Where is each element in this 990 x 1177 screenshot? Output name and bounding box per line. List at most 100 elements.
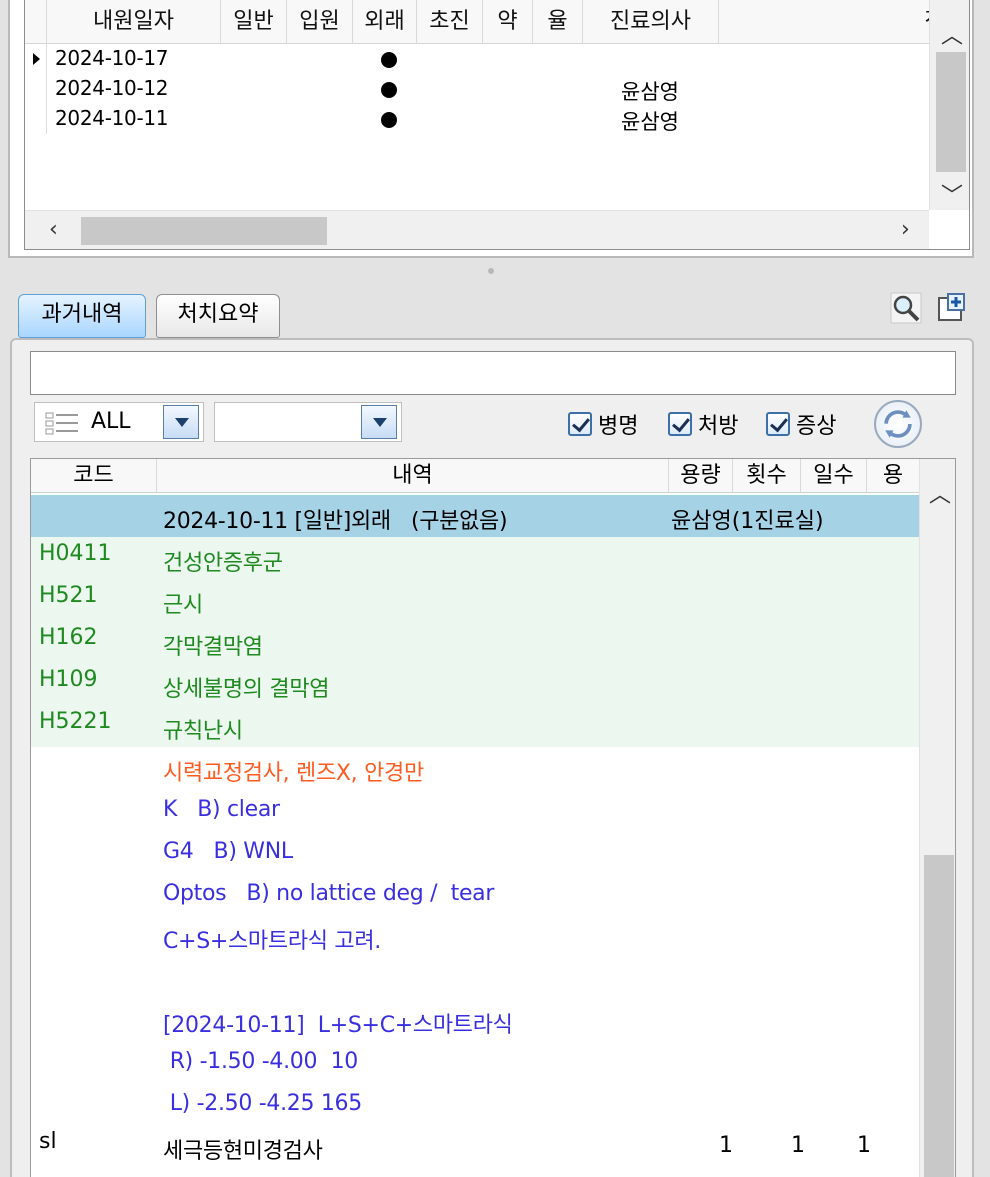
checkbox-diagnosis[interactable]: 병명 — [568, 410, 639, 439]
type-select[interactable]: ALL — [34, 402, 204, 442]
scroll-down-icon[interactable]: ﹀ — [941, 178, 963, 210]
visit-row[interactable]: 2024-10-17 — [25, 44, 925, 74]
checkbox-label: 처방 — [698, 414, 739, 439]
zoom-icon[interactable] — [890, 292, 922, 324]
col-outpatient[interactable]: 외래 — [353, 0, 417, 44]
col-usage[interactable]: 용 — [867, 459, 919, 493]
note-row[interactable]: [2024-10-11] L+S+C+스마트라식 — [31, 999, 919, 1041]
outpatient-dot-icon — [381, 112, 397, 128]
note-text: L) -2.50 -4.25 165 — [163, 1091, 363, 1116]
scroll-up-icon[interactable]: ︿ — [941, 18, 963, 50]
col-medicine[interactable]: 약 — [483, 0, 533, 44]
diagnosis-code: H0411 — [39, 541, 112, 566]
chevron-down-icon[interactable] — [163, 405, 199, 439]
memo-input[interactable] — [30, 351, 956, 395]
scroll-thumb[interactable] — [936, 52, 966, 172]
exam-row[interactable]: 시력교정검사, 렌즈X, 안경만 — [31, 747, 919, 789]
col-rate[interactable]: 율 — [533, 0, 583, 44]
prescription-times: 1 — [791, 1133, 805, 1158]
col-description[interactable]: 내역 — [157, 459, 669, 493]
visits-horizontal-scrollbar[interactable]: ‹ › — [25, 210, 929, 249]
scroll-left-icon[interactable]: ‹ — [49, 217, 58, 242]
row-selector[interactable] — [25, 74, 47, 104]
chevron-down-icon[interactable] — [361, 405, 397, 439]
col-dose[interactable]: 용량 — [669, 459, 733, 493]
current-row-icon — [33, 53, 40, 65]
diagnosis-name: 건성안증후군 — [163, 551, 283, 576]
diagnosis-row[interactable]: H162 각막결막염 — [31, 621, 919, 663]
diagnosis-row[interactable]: H521 근시 — [31, 579, 919, 621]
prescription-days: 1 — [857, 1133, 871, 1158]
visit-doctor: 윤삼영 — [621, 110, 679, 134]
visit-date: 2024-10-17 — [55, 46, 169, 70]
add-window-icon[interactable] — [936, 292, 968, 324]
tab-history[interactable]: 과거내역 — [18, 294, 146, 338]
diagnosis-name: 근시 — [163, 593, 203, 618]
col-general[interactable]: 일반 — [221, 0, 287, 44]
scroll-up-icon[interactable]: ︿ — [929, 477, 951, 509]
col-code[interactable]: 코드 — [31, 459, 157, 493]
type-select-value: ALL — [91, 409, 131, 434]
diagnosis-row[interactable]: H0411 건성안증후군 — [31, 537, 919, 579]
visit-row[interactable]: 2024-10-11 윤삼영 — [25, 104, 925, 134]
checkbox-box[interactable] — [766, 412, 790, 436]
visits-panel: 내원일자 일반 입원 외래 초진 약 율 진료의사 전달 2024-10-17 … — [8, 0, 974, 258]
visits-header-indicator — [25, 0, 47, 44]
note-row[interactable]: R) -1.50 -4.00 10 — [31, 1041, 919, 1083]
diagnosis-name: 상세불명의 결막염 — [163, 677, 330, 702]
diagnosis-code: H521 — [39, 583, 98, 608]
diagnosis-row[interactable]: H5221 규칙난시 — [31, 705, 919, 747]
scroll-right-icon[interactable]: › — [901, 217, 910, 242]
history-vertical-scrollbar[interactable]: ︿ — [919, 459, 955, 1177]
visits-header: 내원일자 일반 입원 외래 초진 약 율 진료의사 전달 — [25, 0, 969, 44]
visit-header-row[interactable]: 2024-10-11 [일반]외래 (구분없음) 윤삼영(1진료실) — [31, 495, 919, 537]
col-doctor[interactable]: 진료의사 — [583, 0, 719, 44]
splitter-handle[interactable] — [488, 268, 494, 274]
visit-date: 2024-10-12 — [55, 76, 169, 100]
diagnosis-name: 규칙난시 — [163, 719, 243, 744]
col-visit-date[interactable]: 내원일자 — [47, 0, 221, 44]
note-row[interactable]: G4 B) WNL — [31, 831, 919, 873]
col-inpatient[interactable]: 입원 — [287, 0, 353, 44]
visits-vertical-scrollbar[interactable]: ︿ ﹀ — [929, 0, 969, 210]
prescription-row[interactable]: sl 세극등현미경검사 1 1 1 — [31, 1125, 919, 1167]
visit-header-text: 2024-10-11 [일반]외래 (구분없음) — [163, 509, 508, 534]
filter-bar: ALL 병명 처방 증상 — [30, 400, 956, 452]
second-select[interactable] — [214, 402, 402, 442]
checkbox-label: 병명 — [598, 414, 639, 439]
note-text: C+S+스마트라식 고려. — [163, 929, 381, 954]
checkbox-prescription[interactable]: 처방 — [668, 410, 739, 439]
exam-text: 시력교정검사, 렌즈X, 안경만 — [163, 761, 424, 786]
visit-row[interactable]: 2024-10-12 윤삼영 — [25, 74, 925, 104]
scroll-thumb[interactable] — [924, 855, 954, 1177]
outpatient-dot-icon — [381, 52, 397, 68]
note-text: K B) clear — [163, 797, 280, 822]
checkbox-symptom[interactable]: 증상 — [766, 410, 837, 439]
list-icon — [45, 412, 78, 435]
visit-doctor: 윤삼영 — [621, 80, 679, 104]
note-row[interactable] — [31, 957, 919, 999]
row-selector[interactable] — [25, 104, 47, 134]
checkbox-label: 증상 — [796, 414, 837, 439]
note-row[interactable]: K B) clear — [31, 789, 919, 831]
note-row[interactable]: Optos B) no lattice deg / tear — [31, 873, 919, 915]
visits-grid: 내원일자 일반 입원 외래 초진 약 율 진료의사 전달 2024-10-17 … — [24, 0, 970, 250]
note-row[interactable]: L) -2.50 -4.25 165 — [31, 1083, 919, 1125]
col-times[interactable]: 횟수 — [733, 459, 801, 493]
diagnosis-name: 각막결막염 — [163, 635, 263, 660]
tab-treatment-summary[interactable]: 처치요약 — [156, 294, 280, 338]
checkbox-box[interactable] — [568, 412, 592, 436]
prescription-code: sl — [39, 1129, 57, 1154]
note-text: R) -1.50 -4.00 10 — [163, 1049, 359, 1074]
history-grid: 코드 내역 용량 횟수 일수 용 2024-10-11 [일반]외래 (구분없음… — [30, 458, 956, 1177]
visit-date: 2024-10-11 — [55, 106, 169, 130]
diagnosis-row[interactable]: H109 상세불명의 결막염 — [31, 663, 919, 705]
col-first-visit[interactable]: 초진 — [417, 0, 483, 44]
note-text: G4 B) WNL — [163, 839, 293, 864]
checkbox-box[interactable] — [668, 412, 692, 436]
row-selector[interactable] — [25, 44, 47, 74]
refresh-icon[interactable] — [874, 400, 922, 448]
scroll-thumb[interactable] — [81, 217, 327, 245]
note-row[interactable]: C+S+스마트라식 고려. — [31, 915, 919, 957]
col-days[interactable]: 일수 — [801, 459, 867, 493]
